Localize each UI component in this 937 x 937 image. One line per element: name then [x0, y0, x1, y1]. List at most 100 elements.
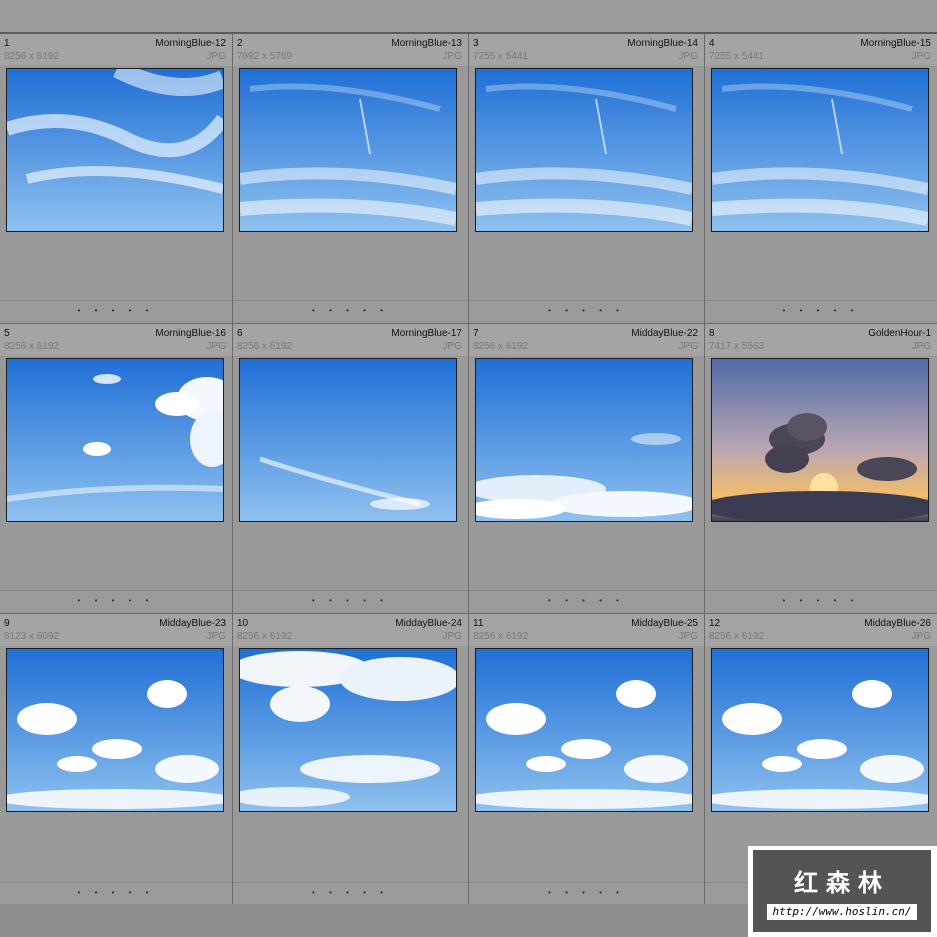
cell-index: 8: [709, 328, 715, 339]
rating-dots[interactable]: • • • • •: [705, 306, 937, 315]
rating-dots[interactable]: • • • • •: [469, 306, 704, 315]
thumbnail-grid: 1 8256 x 6192 MorningBlue-12 JPG • • • •…: [0, 32, 937, 906]
rating-dots[interactable]: • • • • •: [233, 888, 468, 897]
sky-thumbnail[interactable]: [475, 68, 693, 232]
rating-dots[interactable]: • • • • •: [0, 306, 232, 315]
sky-thumbnail[interactable]: [475, 648, 693, 812]
watermark-panel: 红森林 http://www.hoslin.cn/: [753, 850, 931, 932]
sky-thumbnail[interactable]: [6, 358, 224, 522]
cell-header: 10 8256 x 6192 MiddayBlue-24 JPG: [233, 614, 468, 647]
file-type: JPG: [911, 631, 931, 642]
cell-header: 5 8256 x 6192 MorningBlue-16 JPG: [0, 324, 232, 357]
sky-thumbnail[interactable]: [6, 648, 224, 812]
file-type: JPG: [678, 341, 698, 352]
thumbnail-cell[interactable]: 3 7255 x 5441 MorningBlue-14 JPG • • • •…: [469, 34, 705, 324]
cell-footer: • • • • •: [233, 882, 468, 905]
thumbnail-cell[interactable]: 10 8256 x 6192 MiddayBlue-24 JPG • • • •…: [233, 614, 469, 906]
thumbnail-cell[interactable]: 9 8123 x 6092 MiddayBlue-23 JPG • • • • …: [0, 614, 233, 906]
sky-thumbnail[interactable]: [239, 358, 457, 522]
image-dimensions: 7692 x 5769: [237, 51, 293, 62]
cell-footer: • • • • •: [469, 300, 704, 323]
cell-footer: • • • • •: [705, 590, 937, 613]
image-dimensions: 8256 x 6192: [237, 631, 293, 642]
sky-thumbnail[interactable]: [711, 648, 929, 812]
rating-dots[interactable]: • • • • •: [0, 596, 232, 605]
cell-index: 3: [473, 38, 479, 49]
image-dimensions: 8123 x 6092: [4, 631, 60, 642]
cell-index: 2: [237, 38, 243, 49]
watermark-title: 红森林: [794, 869, 890, 897]
cell-index: 4: [709, 38, 715, 49]
rating-dots[interactable]: • • • • •: [705, 596, 937, 605]
cell-footer: • • • • •: [0, 590, 232, 613]
cell-footer: • • • • •: [705, 300, 937, 323]
rating-dots[interactable]: • • • • •: [233, 596, 468, 605]
cell-header: 6 8256 x 6192 MorningBlue-17 JPG: [233, 324, 468, 357]
cell-index: 1: [4, 38, 10, 49]
file-name: MorningBlue-16: [155, 328, 226, 339]
sky-thumbnail[interactable]: [475, 358, 693, 522]
cell-header: 7 8256 x 6192 MiddayBlue-22 JPG: [469, 324, 704, 357]
image-dimensions: 8256 x 6192: [709, 631, 765, 642]
file-name: MiddayBlue-25: [631, 618, 698, 629]
cell-index: 12: [709, 618, 721, 629]
cell-header: 3 7255 x 5441 MorningBlue-14 JPG: [469, 34, 704, 67]
file-name: MorningBlue-12: [155, 38, 226, 49]
thumbnail-cell[interactable]: 6 8256 x 6192 MorningBlue-17 JPG • • • •…: [233, 324, 469, 614]
file-type: JPG: [206, 341, 226, 352]
cell-header: 8 7417 x 5563 GoldenHour-1 JPG: [705, 324, 937, 357]
file-name: GoldenHour-1: [868, 328, 931, 339]
cell-footer: • • • • •: [0, 300, 232, 323]
rating-dots[interactable]: • • • • •: [0, 888, 232, 897]
thumbnail-cell[interactable]: 4 7255 x 5441 MorningBlue-15 JPG • • • •…: [705, 34, 937, 324]
thumbnail-cell[interactable]: 7 8256 x 6192 MiddayBlue-22 JPG • • • • …: [469, 324, 705, 614]
file-type: JPG: [911, 51, 931, 62]
rating-dots[interactable]: • • • • •: [233, 306, 468, 315]
thumbnail-cell[interactable]: 1 8256 x 6192 MorningBlue-12 JPG • • • •…: [0, 34, 233, 324]
thumbnail-cell[interactable]: 11 8256 x 6192 MiddayBlue-25 JPG • • • •…: [469, 614, 705, 906]
image-dimensions: 8256 x 6192: [4, 51, 60, 62]
file-name: MorningBlue-17: [391, 328, 462, 339]
cell-index: 10: [237, 618, 249, 629]
file-type: JPG: [678, 631, 698, 642]
file-type: JPG: [442, 341, 462, 352]
sky-thumbnail[interactable]: [711, 358, 929, 522]
file-name: MorningBlue-13: [391, 38, 462, 49]
image-dimensions: 8256 x 6192: [237, 341, 293, 352]
file-name: MiddayBlue-22: [631, 328, 698, 339]
thumbnail-cell[interactable]: 2 7692 x 5769 MorningBlue-13 JPG • • • •…: [233, 34, 469, 324]
file-type: JPG: [442, 631, 462, 642]
cell-index: 5: [4, 328, 10, 339]
image-dimensions: 8256 x 6192: [473, 631, 529, 642]
rating-dots[interactable]: • • • • •: [469, 888, 704, 897]
watermark-logo: 红森林 http://www.hoslin.cn/: [748, 846, 937, 937]
cell-footer: • • • • •: [469, 590, 704, 613]
cell-header: 4 7255 x 5441 MorningBlue-15 JPG: [705, 34, 937, 67]
image-dimensions: 7255 x 5441: [473, 51, 529, 62]
file-name: MiddayBlue-24: [395, 618, 462, 629]
sky-thumbnail[interactable]: [239, 648, 457, 812]
cell-header: 11 8256 x 6192 MiddayBlue-25 JPG: [469, 614, 704, 647]
cell-header: 1 8256 x 6192 MorningBlue-12 JPG: [0, 34, 232, 67]
file-name: MorningBlue-14: [627, 38, 698, 49]
file-type: JPG: [442, 51, 462, 62]
rating-dots[interactable]: • • • • •: [469, 596, 704, 605]
file-type: JPG: [206, 51, 226, 62]
file-name: MiddayBlue-23: [159, 618, 226, 629]
cell-footer: • • • • •: [233, 590, 468, 613]
image-dimensions: 7417 x 5563: [709, 341, 765, 352]
cell-header: 2 7692 x 5769 MorningBlue-13 JPG: [233, 34, 468, 67]
sky-thumbnail[interactable]: [711, 68, 929, 232]
thumbnail-cell[interactable]: 8 7417 x 5563 GoldenHour-1 JPG • • • • •: [705, 324, 937, 614]
sky-thumbnail[interactable]: [239, 68, 457, 232]
cell-index: 11: [473, 618, 484, 629]
file-type: JPG: [911, 341, 931, 352]
file-type: JPG: [206, 631, 226, 642]
file-type: JPG: [678, 51, 698, 62]
thumbnail-cell[interactable]: 5 8256 x 6192 MorningBlue-16 JPG • • • •…: [0, 324, 233, 614]
image-dimensions: 8256 x 6192: [4, 341, 60, 352]
cell-header: 12 8256 x 6192 MiddayBlue-26 JPG: [705, 614, 937, 647]
file-name: MorningBlue-15: [860, 38, 931, 49]
cell-index: 7: [473, 328, 479, 339]
sky-thumbnail[interactable]: [6, 68, 224, 232]
